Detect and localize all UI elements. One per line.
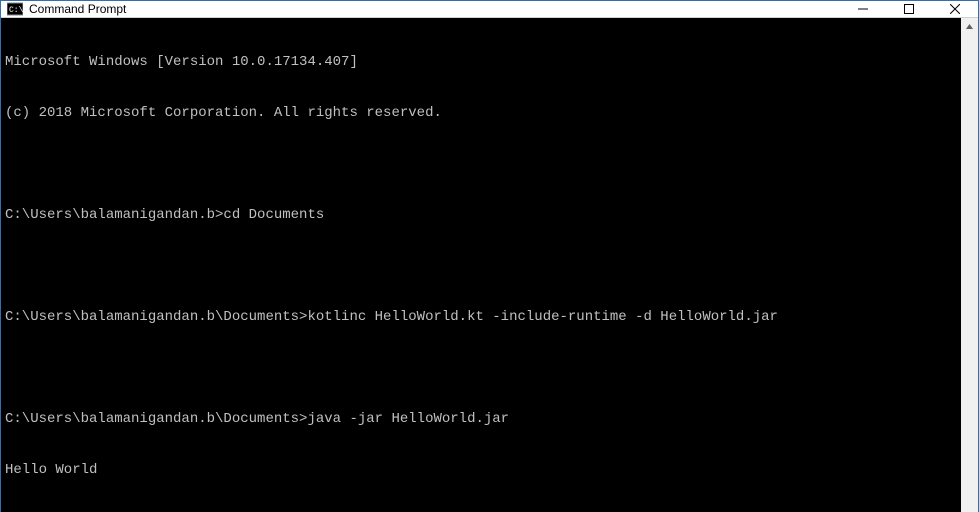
svg-text:C:\: C:\ [9,6,23,15]
terminal-line [5,360,961,377]
terminal-area: Microsoft Windows [Version 10.0.17134.40… [1,18,978,512]
close-button[interactable] [932,1,978,17]
window-title: Command Prompt [29,2,126,16]
terminal-line: C:\Users\balamanigandan.b>cd Documents [5,207,961,224]
terminal-line: (c) 2018 Microsoft Corporation. All righ… [5,105,961,122]
terminal-line: Microsoft Windows [Version 10.0.17134.40… [5,54,961,71]
scrollbar-track[interactable] [961,35,978,512]
minimize-button[interactable] [840,1,886,17]
maximize-button[interactable] [886,1,932,17]
vertical-scrollbar[interactable] [961,18,978,512]
terminal[interactable]: Microsoft Windows [Version 10.0.17134.40… [1,18,961,512]
terminal-line [5,156,961,173]
terminal-line [5,258,961,275]
terminal-line: Hello World [5,462,961,479]
window-controls [840,1,978,17]
scroll-up-button[interactable] [961,18,978,35]
command-prompt-window: C:\ Command Prompt Microsoft Windows [Ve… [0,0,979,512]
titlebar[interactable]: C:\ Command Prompt [1,1,978,18]
command-prompt-icon: C:\ [7,1,23,17]
terminal-line: C:\Users\balamanigandan.b\Documents>java… [5,411,961,428]
terminal-line: C:\Users\balamanigandan.b\Documents>kotl… [5,309,961,326]
